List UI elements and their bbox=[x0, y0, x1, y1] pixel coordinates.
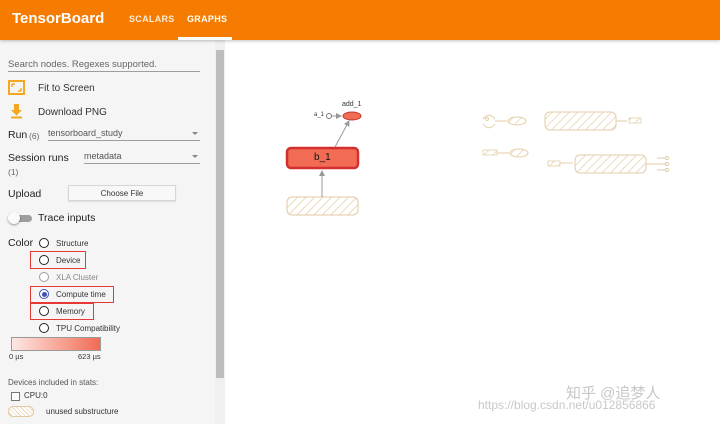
graph-canvas[interactable]: b_1 add_1 a_1 bbox=[225, 40, 720, 424]
node-label-b1: b_1 bbox=[314, 152, 331, 163]
upload-label: Upload bbox=[8, 188, 42, 200]
gradient-min-label: 0 µs bbox=[9, 352, 24, 361]
gradient-max-label: 623 µs bbox=[78, 352, 101, 361]
session-runs-label: Session runs bbox=[8, 152, 69, 164]
run-select-value: tensorboard_study bbox=[48, 128, 123, 138]
scrollbar-thumb[interactable] bbox=[216, 50, 224, 378]
cpu-checkbox[interactable] bbox=[11, 392, 20, 401]
node-label-add1: add_1 bbox=[342, 101, 362, 108]
fit-screen-icon bbox=[8, 80, 25, 95]
highlight-memory bbox=[30, 303, 94, 320]
run-label: Run bbox=[8, 129, 28, 141]
radio-tpu-compatibility-label: TPU Compatibility bbox=[56, 324, 121, 333]
graph-node-faded-4[interactable] bbox=[574, 154, 647, 174]
download-png-label: Download PNG bbox=[38, 107, 107, 118]
run-select[interactable]: tensorboard_study bbox=[48, 128, 200, 141]
session-select-value: metadata bbox=[84, 151, 122, 161]
choose-file-button[interactable]: Choose File bbox=[68, 185, 176, 201]
fit-to-screen-label: Fit to Screen bbox=[38, 83, 95, 94]
session-runs-select[interactable]: metadata bbox=[84, 151, 200, 164]
graph-node-unused-input[interactable] bbox=[286, 196, 359, 216]
trace-inputs-toggle[interactable] bbox=[8, 212, 32, 224]
unused-substructure-label: unused substructure bbox=[46, 407, 119, 416]
watermark-url: https://blog.csdn.net/u012856866 bbox=[478, 398, 656, 412]
active-tab-indicator bbox=[178, 37, 232, 40]
search-input[interactable] bbox=[8, 57, 200, 72]
radio-xla-cluster[interactable] bbox=[39, 272, 49, 282]
color-label: Color bbox=[8, 237, 34, 249]
graph-node-faded-3[interactable] bbox=[509, 148, 529, 158]
radio-structure[interactable] bbox=[39, 238, 49, 248]
compute-time-gradient bbox=[11, 337, 101, 351]
unused-substructure-swatch bbox=[8, 406, 34, 417]
graph-node-a1[interactable] bbox=[326, 113, 332, 119]
tab-graphs[interactable]: GRAPHS bbox=[187, 14, 227, 24]
graph-node-add1[interactable] bbox=[342, 111, 362, 121]
chevron-down-icon bbox=[192, 132, 198, 135]
cpu-label: CPU:0 bbox=[24, 391, 48, 400]
sidebar bbox=[0, 40, 215, 424]
app-title: TensorBoard bbox=[12, 10, 105, 27]
devices-label: Devices included in stats: bbox=[8, 378, 99, 387]
node-label-a1: a_1 bbox=[314, 112, 325, 118]
radio-tpu-compatibility[interactable] bbox=[39, 323, 49, 333]
chevron-down-icon bbox=[192, 155, 198, 158]
trace-inputs-label: Trace inputs bbox=[38, 212, 96, 224]
graph-node-faded-1[interactable] bbox=[507, 116, 527, 126]
highlight-device bbox=[30, 251, 86, 269]
toggle-knob bbox=[8, 212, 20, 224]
radio-xla-cluster-label: XLA Cluster bbox=[56, 273, 99, 282]
tab-scalars[interactable]: SCALARS bbox=[129, 14, 175, 24]
sidebar-scrollbar[interactable] bbox=[215, 40, 225, 424]
graph-svg bbox=[285, 111, 669, 216]
download-icon bbox=[11, 104, 22, 119]
highlight-compute-time bbox=[30, 286, 114, 303]
radio-structure-label: Structure bbox=[56, 239, 89, 248]
top-app-bar: TensorBoard SCALARS GRAPHS bbox=[0, 0, 720, 40]
run-count: (6) bbox=[29, 131, 40, 141]
session-runs-count: (1) bbox=[8, 167, 19, 177]
graph-node-faded-2[interactable] bbox=[544, 111, 617, 131]
